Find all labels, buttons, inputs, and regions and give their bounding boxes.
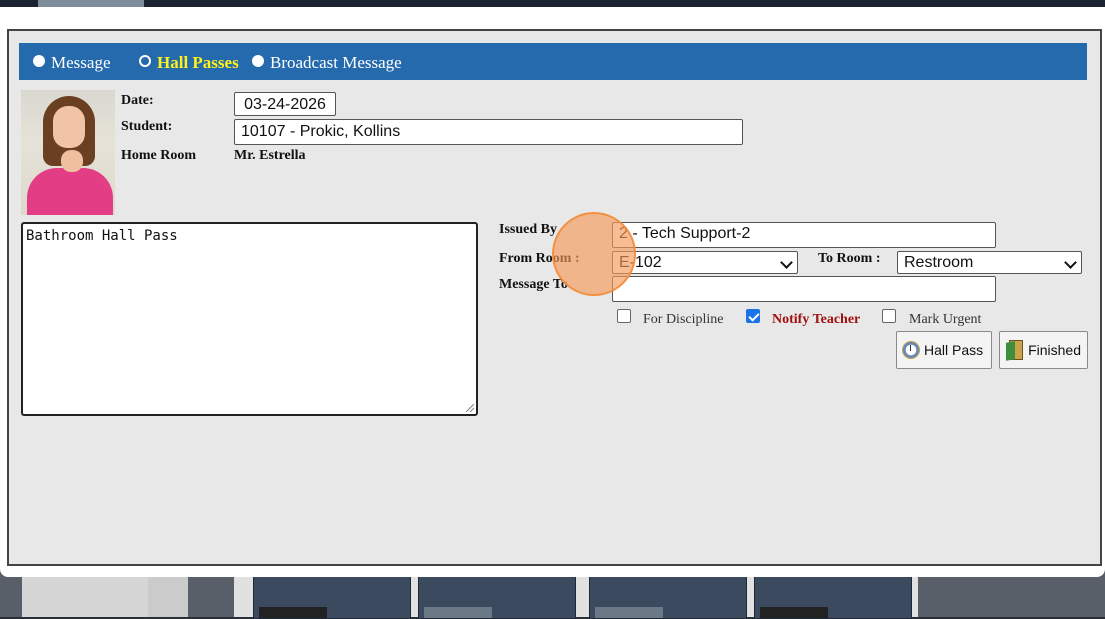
radio-message-label: Message: [51, 53, 111, 72]
to-room-select[interactable]: Restroom: [897, 251, 1082, 274]
mark-urgent-checkbox[interactable]: [882, 309, 896, 323]
radio-hall-passes-label: Hall Passes: [157, 53, 239, 72]
modal-overlay: Message Hall Passes Broadcast Message Da…: [0, 7, 1105, 577]
hall-pass-dialog: Message Hall Passes Broadcast Message Da…: [7, 29, 1102, 566]
message-to-field[interactable]: [612, 276, 996, 302]
message-to-label: Message To: [499, 277, 568, 292]
message-type-bar: Message Hall Passes Broadcast Message: [19, 43, 1087, 80]
background-sidebar: [22, 570, 148, 617]
for-discipline-label: For Discipline: [643, 312, 724, 327]
message-text: Bathroom Hall Pass: [26, 228, 178, 244]
hall-pass-button[interactable]: Hall Pass: [896, 331, 992, 369]
radio-hall-passes[interactable]: Hall Passes: [139, 53, 239, 73]
background-card: [589, 572, 747, 619]
notify-teacher-label: Notify Teacher: [772, 312, 861, 327]
student-photo: [21, 90, 115, 215]
background-sidebar-edge: [148, 570, 188, 617]
background-card: [253, 572, 411, 619]
from-room-label: From Room :: [499, 251, 580, 266]
radio-button-icon[interactable]: [252, 55, 264, 67]
issued-by-field[interactable]: 2 - Tech Support-2: [612, 222, 996, 248]
clock-icon: [903, 342, 919, 358]
from-room-value: E-102: [619, 254, 662, 271]
radio-broadcast-label: Broadcast Message: [270, 53, 402, 72]
for-discipline-checkbox[interactable]: [617, 309, 631, 323]
notify-teacher-checkbox[interactable]: [746, 309, 760, 323]
hall-pass-button-label: Hall Pass: [924, 342, 984, 358]
from-room-select[interactable]: E-102: [612, 251, 798, 274]
to-room-label: To Room :: [818, 251, 881, 266]
radio-button-selected-icon[interactable]: [139, 55, 151, 67]
date-field[interactable]: 03-24-2026: [234, 92, 336, 116]
message-textarea[interactable]: Bathroom Hall Pass: [21, 222, 478, 416]
issued-by-label: Issued By: [499, 222, 557, 237]
finished-button[interactable]: Finished: [999, 331, 1088, 369]
homeroom-label: Home Room: [121, 148, 197, 163]
door-exit-icon: [1006, 340, 1023, 361]
date-label: Date:: [121, 93, 154, 108]
student-label: Student:: [121, 119, 173, 134]
chevron-down-icon: [780, 256, 793, 269]
finished-button-label: Finished: [1028, 342, 1081, 358]
chevron-down-icon: [1064, 256, 1077, 269]
mark-urgent-label: Mark Urgent: [909, 312, 982, 327]
student-field[interactable]: 10107 - Prokic, Kollins: [234, 119, 743, 145]
radio-button-icon[interactable]: [33, 55, 45, 67]
background-card: [754, 572, 912, 619]
homeroom-value: Mr. Estrella: [234, 148, 306, 163]
radio-broadcast-message[interactable]: Broadcast Message: [252, 53, 402, 73]
background-card: [418, 572, 576, 619]
radio-message[interactable]: Message: [33, 53, 110, 73]
resize-grip-icon[interactable]: [466, 404, 474, 412]
to-room-value: Restroom: [904, 254, 974, 271]
